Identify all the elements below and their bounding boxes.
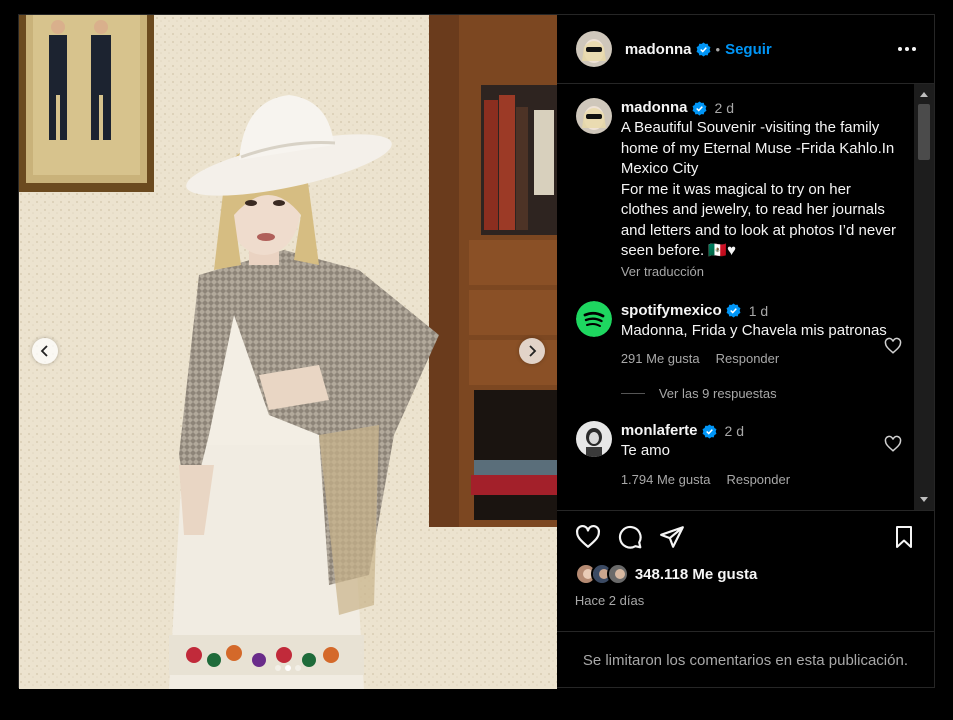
comment-text: Madonna, Frida y Chavela mis patronas [620,321,887,339]
see-translation-link[interactable]: Ver traducción [621,264,901,279]
next-photo-button[interactable] [519,338,545,364]
commenter-avatar[interactable] [575,300,612,337]
comments-section[interactable]: madonna 2 d A Beautiful Souvenir -visiti… [557,84,934,510]
reply-button[interactable]: Responder [716,351,780,366]
verified-badge-icon [696,41,710,57]
comment-timestamp[interactable]: 1 d [749,301,768,321]
caption-timestamp[interactable]: 2 d [715,98,734,118]
verified-badge-icon [692,100,706,116]
like-comment-heart-icon[interactable] [884,337,902,355]
commenter-username[interactable]: spotifymexico [621,301,722,321]
share-button[interactable] [659,524,685,550]
comment-timestamp[interactable]: 2 d [725,421,744,441]
comment-icon [618,525,642,549]
comment-likes[interactable]: 1.794 Me gusta [621,472,711,487]
view-replies-button[interactable]: Ver las 9 respuestas [620,386,934,401]
verified-badge-icon [726,303,741,318]
chevron-right-icon [529,345,537,357]
heart-icon [575,524,600,548]
carousel-indicator [19,665,557,671]
author-avatar[interactable] [575,31,612,67]
comment-item: monlaferte 2 d Te amo 1.794 Me gusta Res… [575,421,934,487]
scrollbar-thumb[interactable] [918,104,930,160]
post-panel: madonna • Seguir madonna 2 d A Beautiful… [556,15,934,689]
post-photo [19,15,557,689]
post-media[interactable] [19,15,557,689]
post-header: madonna • Seguir [556,15,934,84]
verified-badge-icon [702,423,716,439]
caption-avatar[interactable] [575,98,612,134]
save-button[interactable] [892,524,916,550]
likes-count[interactable]: 348.118 Me gusta [635,566,758,583]
scroll-down-arrow-icon[interactable] [920,497,928,502]
like-button[interactable] [575,524,601,550]
caption: madonna 2 d A Beautiful Souvenir -visiti… [575,98,934,279]
previous-photo-button[interactable] [32,338,58,364]
follow-button[interactable]: Seguir [725,41,772,58]
caption-username[interactable]: madonna [621,98,688,118]
comments-scrollbar[interactable] [914,84,934,510]
carousel-dot [274,665,281,671]
reply-button[interactable]: Responder [726,472,790,487]
carousel-dot [294,665,301,671]
post-timestamp[interactable]: Hace 2 días [575,593,916,608]
scroll-up-arrow-icon[interactable] [920,92,928,97]
carousel-dot-active [284,665,291,671]
comment-text: Te amo [620,442,671,459]
liker-avatar [606,563,629,585]
caption-text: A Beautiful Souvenir -visiting the famil… [620,119,897,259]
view-replies-label: Ver las 9 respuestas [658,386,777,401]
author-username[interactable]: madonna [625,41,692,58]
spotify-logo-icon [575,300,612,337]
commenter-avatar[interactable] [575,421,612,457]
chevron-left-icon [40,345,48,357]
comments-limited-notice: Se limitaron los comentarios en esta pub… [556,631,934,689]
post-actions: 348.118 Me gusta Hace 2 días [556,510,934,630]
liker-avatars[interactable] [574,563,629,585]
commenter-username[interactable]: monlaferte [621,421,698,441]
share-icon [659,526,684,548]
separator-dot: • [715,41,721,57]
bookmark-icon [896,526,912,548]
comment-button[interactable] [617,524,643,550]
more-options-icon[interactable] [898,47,916,51]
like-comment-heart-icon[interactable] [884,435,902,453]
comment-item: spotifymexico 1 d Madonna, Frida y Chave… [575,300,934,366]
post-modal: madonna • Seguir madonna 2 d A Beautiful… [18,14,935,689]
comment-likes[interactable]: 291 Me gusta [621,351,700,366]
